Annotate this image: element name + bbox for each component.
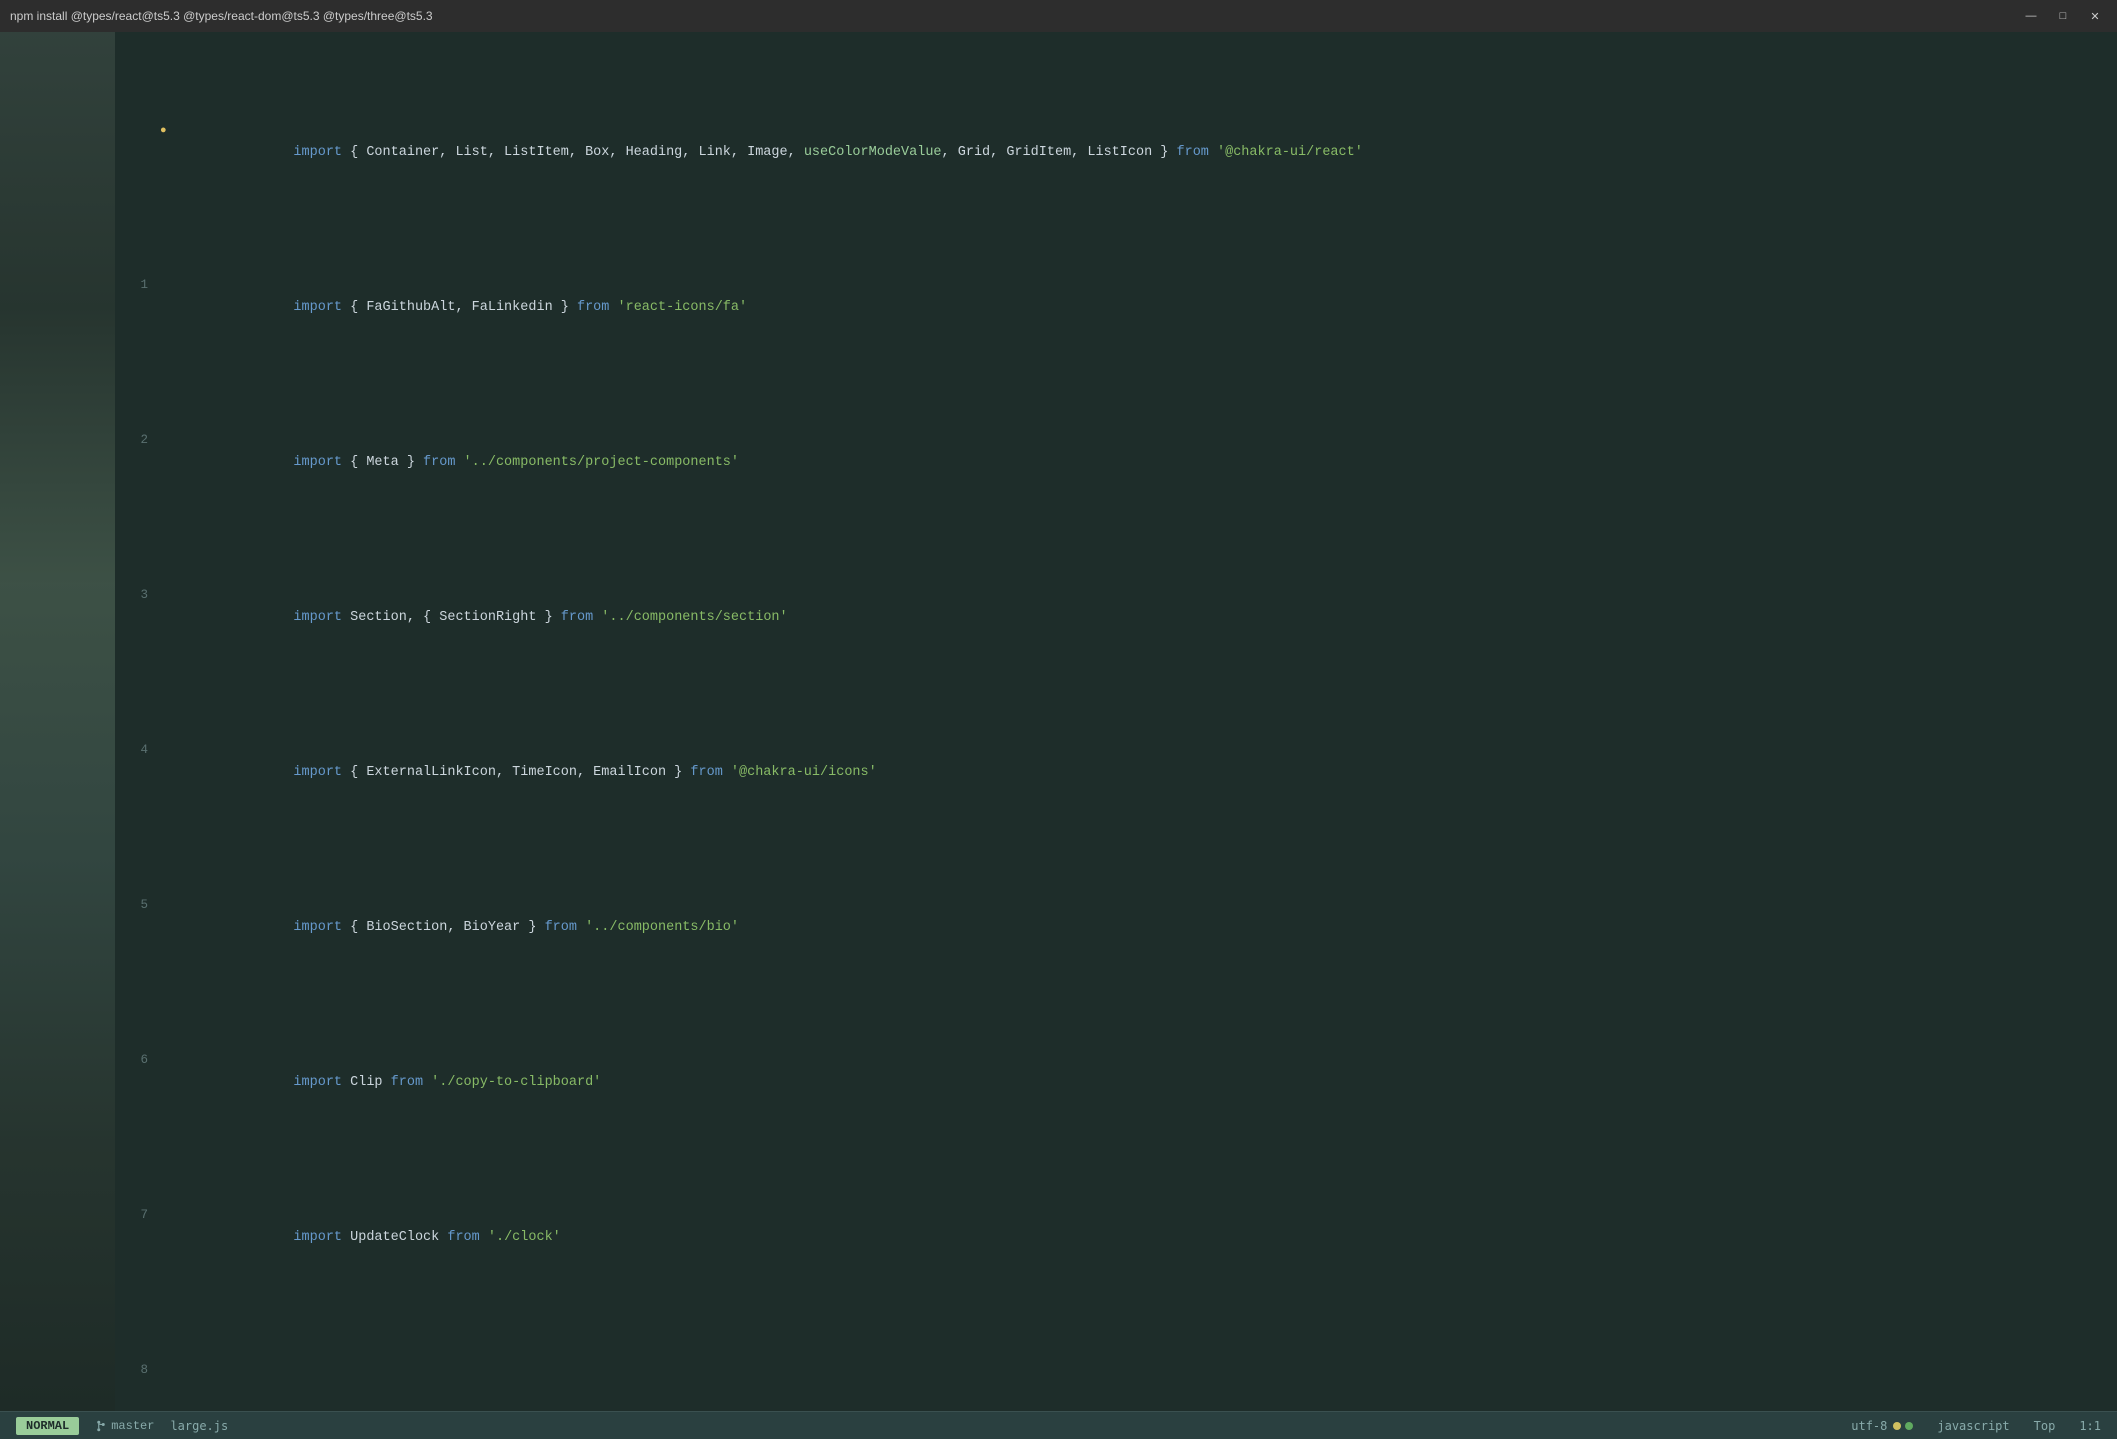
dot-indicator [1893,1422,1901,1430]
vim-mode: NORMAL [16,1417,79,1435]
table-row: 3 import Section, { SectionRight } from … [115,584,2117,651]
window-title: npm install @types/react@ts5.3 @types/re… [10,9,433,23]
code-content: ● import { Container, List, ListItem, Bo… [115,32,2117,1411]
minimize-button[interactable]: — [2019,8,2043,24]
close-button[interactable]: ✕ [2083,8,2107,24]
table-row: 5 import { BioSection, BioYear } from '.… [115,894,2117,961]
branch-icon [95,1420,107,1432]
table-row: ● import { Container, List, ListItem, Bo… [115,120,2117,186]
editor-area: ● import { Container, List, ListItem, Bo… [0,32,2117,1411]
filename: large.js [170,1419,228,1433]
git-branch: master [95,1419,154,1433]
line-gutter [0,32,115,1411]
file-format: javascript [1937,1419,2009,1433]
cursor-position: 1:1 [2079,1419,2101,1433]
table-row: 4 import { ExternalLinkIcon, TimeIcon, E… [115,739,2117,806]
status-bar: NORMAL master large.js utf-8 [0,1411,2117,1439]
table-row: 8 [115,1359,2117,1381]
table-row: 7 import UpdateClock from './clock' [115,1204,2117,1271]
branch-name: master [111,1419,154,1433]
maximize-button[interactable]: □ [2051,8,2075,24]
encoding: utf-8 [1851,1419,1913,1433]
table-row: 1 import { FaGithubAlt, FaLinkedin } fro… [115,274,2117,341]
scroll-position: Top [2034,1419,2056,1433]
window-controls: — □ ✕ [2019,8,2107,24]
main-window: npm install @types/react@ts5.3 @types/re… [0,0,2117,1439]
table-row: 2 import { Meta } from '../components/pr… [115,429,2117,496]
status-left: NORMAL master large.js [16,1417,228,1435]
status-right: utf-8 javascript Top 1:1 [1851,1419,2101,1433]
code-editor[interactable]: ● import { Container, List, ListItem, Bo… [115,32,2117,1411]
table-row: 6 import Clip from './copy-to-clipboard' [115,1049,2117,1116]
dot-indicator-2 [1905,1422,1913,1430]
title-bar: npm install @types/react@ts5.3 @types/re… [0,0,2117,32]
